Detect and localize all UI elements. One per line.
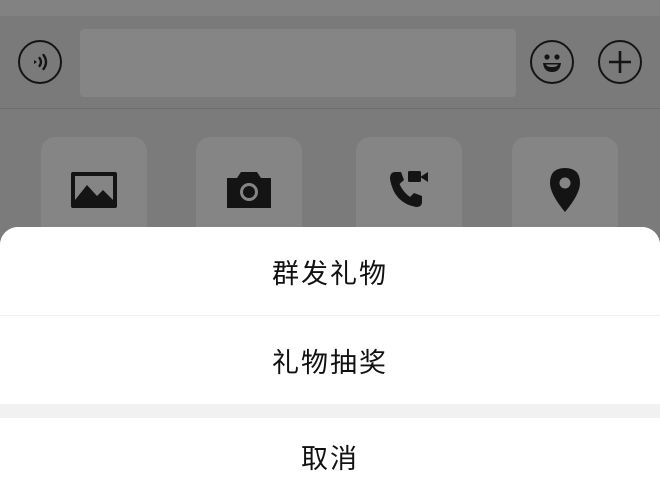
action-sheet: 群发礼物 礼物抽奖 取消 (0, 227, 660, 495)
message-input[interactable] (80, 29, 516, 97)
gift-lottery-option[interactable]: 礼物抽奖 (0, 316, 660, 404)
more-button[interactable] (598, 40, 642, 84)
emoji-button[interactable] (530, 40, 574, 84)
video-call-icon (390, 171, 428, 207)
image-icon (71, 172, 117, 208)
top-strip (0, 0, 660, 16)
chat-input-bar (0, 16, 660, 109)
camera-icon (227, 172, 271, 208)
plus-circle-icon (609, 51, 631, 73)
voice-wave-icon (34, 53, 48, 71)
group-gift-option[interactable]: 群发礼物 (0, 227, 660, 315)
smiley-icon (543, 54, 561, 72)
cancel-button[interactable]: 取消 (0, 418, 660, 495)
location-pin-icon (550, 168, 580, 212)
voice-input-button[interactable] (18, 40, 62, 84)
